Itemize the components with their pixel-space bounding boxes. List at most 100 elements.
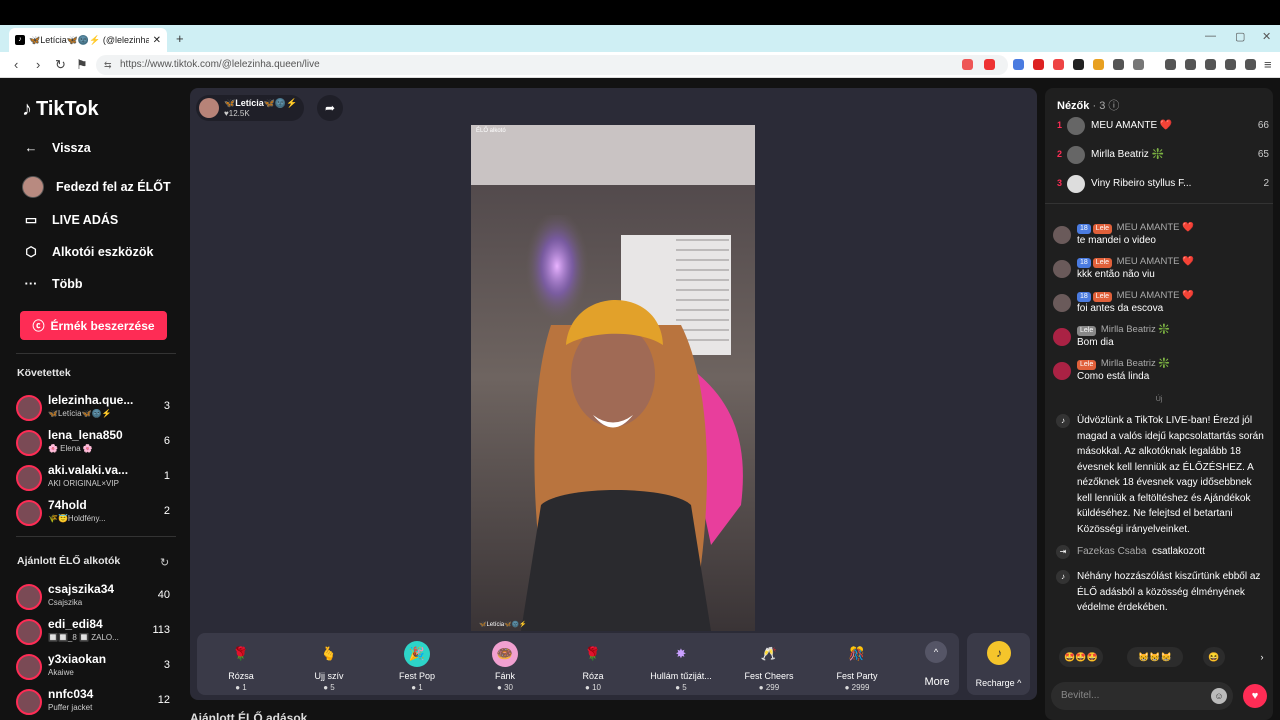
gift-item[interactable]: 🫰 Ujj szív ● 5 <box>285 633 373 695</box>
nav-back[interactable]: ← Vissza <box>22 140 91 155</box>
tab-close-icon[interactable]: ✕ <box>153 35 161 46</box>
nav-explore-live[interactable]: Fedezd fel az ÉLŐT <box>22 176 171 198</box>
media-icon[interactable] <box>1165 59 1176 70</box>
extension-hls-icon[interactable] <box>1053 59 1064 70</box>
chat-input-placeholder: Bevitel... <box>1061 690 1100 701</box>
viewer-row[interactable]: 3 Viny Ribeiro styllus F... 2 <box>1057 174 1269 196</box>
following-account[interactable]: lelezinha.que... 🦋Letícia🦋🌚⚡ 3 <box>16 392 174 422</box>
bookmark-icon[interactable]: ⚑ <box>76 57 88 73</box>
chat-message[interactable]: 18 Lele MEU AMANTE ❤️ te mandei o video <box>1053 222 1268 250</box>
url-bar[interactable]: ⇆ https://www.tiktok.com/@lelezinha.quee… <box>96 55 1008 75</box>
chat-text: kkk então não viu <box>1077 269 1155 280</box>
site-info-icon[interactable]: ⇆ <box>104 55 112 75</box>
recharge-button[interactable]: ♪ Recharge ^ <box>967 633 1030 695</box>
screen: ♪ 🦋Letícia🦋🌚⚡ (@lelezinha... ✕ + — ▢ ✕ ‹… <box>0 0 1280 720</box>
recommended-account[interactable]: y3xiaokan Akaiwe 3 <box>16 651 174 681</box>
level-badge: 18 <box>1077 224 1091 234</box>
chat-meta: 18 Lele MEU AMANTE ❤️ <box>1077 290 1194 302</box>
new-tab-button[interactable]: + <box>176 31 184 46</box>
rewards-icon[interactable] <box>984 59 995 70</box>
viewer-row[interactable]: 2 Mirlla Beatriz ❇️ 65 <box>1057 145 1269 167</box>
cheers-icon: 🥂 <box>760 646 778 661</box>
gift-name: Hullám tűziját... <box>650 671 712 681</box>
nav-more-label: Több <box>52 276 83 291</box>
fan-badge: Lele <box>1092 258 1113 268</box>
menu-icon[interactable]: ≡ <box>1264 57 1272 72</box>
emoji-chip[interactable]: 🤩🤩🤩 <box>1059 647 1103 667</box>
extension-color-icon[interactable] <box>1093 59 1104 70</box>
divider <box>16 536 176 537</box>
brave-shield-icon[interactable] <box>962 59 973 70</box>
tiktok-logo[interactable]: ♪ TikTok <box>22 98 99 121</box>
gift-item[interactable]: 🍩 Fánk ● 30 <box>461 633 549 695</box>
viewer-rank: 1 <box>1057 120 1063 130</box>
firework-icon: ✸ <box>675 646 687 661</box>
viewer-rank: 2 <box>1057 149 1063 159</box>
more-gifts-button[interactable]: ^ More <box>912 633 962 695</box>
gift-name: Fánk <box>494 671 515 681</box>
following-account[interactable]: 74hold 🌾😇Holdfény... 2 <box>16 497 174 527</box>
chevron-right-icon[interactable]: › <box>1255 647 1269 667</box>
account-sub: Csajszika <box>48 598 83 607</box>
viewer-count: 2 <box>163 505 170 517</box>
party-icon: 🎊 <box>848 646 866 661</box>
recommended-account[interactable]: nnfc034 Puffer jacket 12 <box>16 686 174 716</box>
avatar <box>16 584 42 610</box>
reload-icon[interactable]: ↻ <box>55 57 66 73</box>
chat-input[interactable]: Bevitel... ☺ <box>1051 682 1233 710</box>
nav-more[interactable]: ··· Több <box>22 276 83 291</box>
emoji-chip[interactable]: 😸😸😸 <box>1127 647 1183 667</box>
following-account[interactable]: aki.valaki.va... AKI ORIGINAL×VIP 1 <box>16 462 174 492</box>
live-video[interactable]: ÉLŐ alkotó 🦋Letícia🦋🌚⚡ <box>471 125 755 631</box>
heart-icon[interactable]: ♥ <box>1243 684 1267 708</box>
window-close-icon[interactable]: ✕ <box>1262 30 1271 43</box>
chat-message[interactable]: Lele Mirlla Beatriz ❇️ Bom dia <box>1053 324 1268 352</box>
gift-item[interactable]: 🎊 Fest Party ● 2999 <box>813 633 901 695</box>
chat-message[interactable]: 18 Lele MEU AMANTE ❤️ kkk então não viu <box>1053 256 1268 284</box>
viewers-count: · 3 ⓘ <box>1092 100 1120 112</box>
forward-icon[interactable]: › <box>36 57 40 72</box>
rose-icon: 🌹 <box>232 646 250 661</box>
host-info[interactable]: 🦋Letícia🦋🌚⚡ ♥12.5K <box>196 95 304 121</box>
avatar <box>1053 328 1071 346</box>
share-icon[interactable]: ➦ <box>317 95 343 121</box>
gift-item[interactable]: 🥂 Fest Cheers ● 299 <box>725 633 813 695</box>
leo-icon[interactable] <box>1225 59 1236 70</box>
extension-box-icon[interactable] <box>1133 59 1144 70</box>
extension-x-icon[interactable] <box>1033 59 1044 70</box>
maximize-icon[interactable]: ▢ <box>1235 30 1245 43</box>
chat-message[interactable]: 18 Lele MEU AMANTE ❤️ foi antes da escova <box>1053 290 1268 318</box>
recommended-account[interactable]: csajszika34 Csajszika 40 <box>16 581 174 611</box>
viewer-score: 66 <box>1257 120 1269 131</box>
viewer-row[interactable]: 1 MEU AMANTE ❤️ 66 <box>1057 116 1269 138</box>
emoji-icon[interactable]: ☺ <box>1211 688 1227 704</box>
wallet-icon[interactable] <box>1205 59 1216 70</box>
gift-item[interactable]: ✸ Hullám tűziját... ● 5 <box>637 633 725 695</box>
refresh-icon[interactable]: ↻ <box>160 556 169 569</box>
video-host-label: 🦋Letícia🦋🌚⚡ <box>479 622 527 628</box>
chat-message[interactable]: Lele Mirlla Beatriz ❇️ Como está linda <box>1053 358 1268 386</box>
gift-price: ● 2999 <box>844 683 870 692</box>
nav-live-broadcast[interactable]: ▭ LIVE ADÁS <box>22 212 118 228</box>
gift-item[interactable]: 🎉 Fest Pop ● 1 <box>373 633 461 695</box>
extension-gray-icon[interactable] <box>1113 59 1124 70</box>
vpn-icon[interactable] <box>1245 59 1256 70</box>
browser-tab[interactable]: ♪ 🦋Letícia🦋🌚⚡ (@lelezinha... ✕ <box>9 28 167 52</box>
emoji-chip[interactable]: 😆 <box>1203 647 1225 667</box>
following-account[interactable]: lena_lena850 🌸 Elena 🌸 6 <box>16 427 174 457</box>
extension-dark-icon[interactable] <box>1073 59 1084 70</box>
translate-icon[interactable] <box>1013 59 1024 70</box>
recharge-label: Recharge ^ <box>975 678 1022 688</box>
viewers-header[interactable]: Nézők · 3 ⓘ <box>1057 97 1119 113</box>
avatar <box>16 689 42 715</box>
get-coins-button[interactable]: ⓒ Érmék beszerzése <box>20 311 167 340</box>
gift-item[interactable]: 🌹 Róza ● 10 <box>549 633 637 695</box>
recommended-account[interactable]: edi_edi84 🔲🔲_8 🔲 ZALO... 113 <box>16 616 174 646</box>
gift-item[interactable]: 🌹 Rózsa ● 1 <box>197 633 285 695</box>
logo-text: TikTok <box>36 98 99 120</box>
nav-creator-tools[interactable]: ⬡ Alkotói eszközök <box>22 244 153 260</box>
sidebar-icon[interactable] <box>1185 59 1196 70</box>
back-icon[interactable]: ‹ <box>14 57 18 72</box>
minimize-icon[interactable]: — <box>1205 30 1216 42</box>
avatar <box>1053 294 1071 312</box>
